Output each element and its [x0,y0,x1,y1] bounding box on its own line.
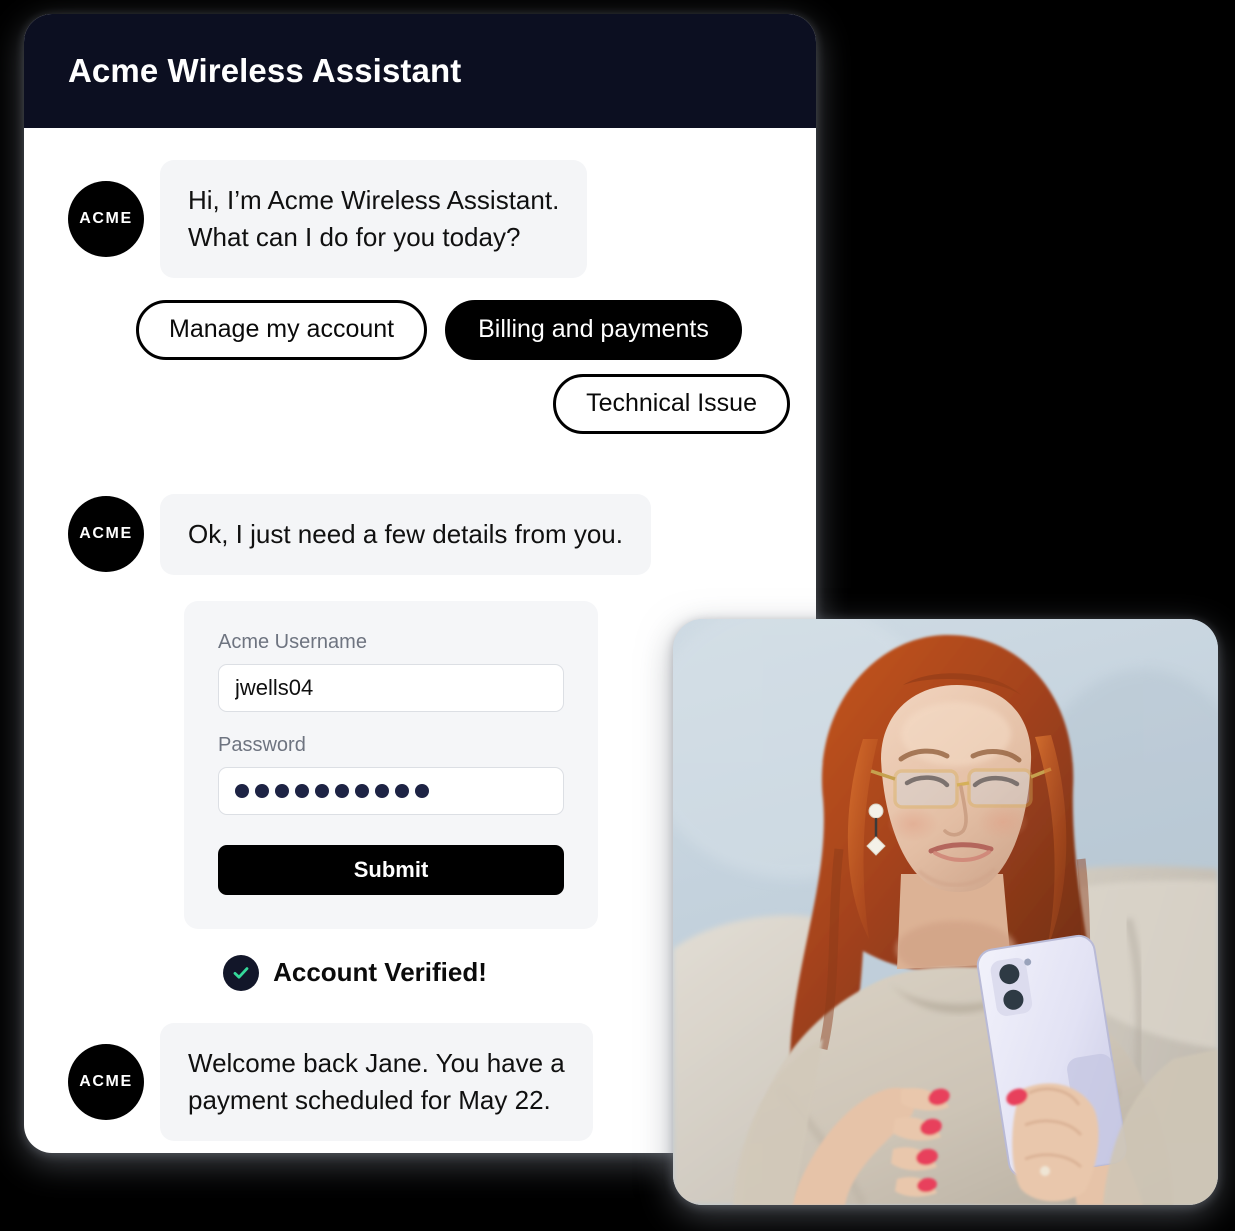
avatar: ACME [68,180,144,257]
field-spacer [218,712,564,734]
customer-photo-card [673,619,1218,1205]
password-label: Password [218,733,306,756]
avatar: ACME [68,496,144,573]
message-bubble-details-request: Ok, I just need a few details from you. [160,493,651,575]
quick-reply-billing-and-payments[interactable]: Billing and payments [445,299,742,360]
username-label: Acme Username [218,630,367,653]
verified-label: Account Verified! [273,957,487,988]
message-bubble-welcome-back: Welcome back Jane. You have a payment sc… [160,1022,593,1141]
submit-button[interactable]: Submit [218,844,564,895]
quick-reply-row-secondary: Technical Issue [24,373,816,434]
message-line: payment scheduled for May 22. [188,1084,551,1115]
password-dot [415,783,429,798]
message-line: What can I do for you today? [188,221,521,252]
message-line: Ok, I just need a few details from you. [188,518,623,549]
chat-header: Acme Wireless Assistant [24,14,816,128]
quick-reply-manage-my-account[interactable]: Manage my account [136,299,428,360]
page-title: Acme Wireless Assistant [68,52,462,89]
message-line: Welcome back Jane. You have a [188,1047,565,1078]
customer-photo [673,619,1218,1205]
password-dot [235,783,249,798]
quick-reply-row-primary: Manage my account Billing and payments [24,299,816,360]
password-dot [335,783,349,798]
password-dot [395,783,409,798]
message-line: Hi, I’m Acme Wireless Assistant. [188,185,560,215]
username-input[interactable] [218,663,564,712]
message-row-details-request: ACME Ok, I just need a few details from … [24,493,816,575]
password-dot [275,783,289,798]
password-dot [355,783,369,798]
password-dot [375,783,389,798]
message-bubble-greeting: Hi, I’m Acme Wireless Assistant. What ca… [160,160,588,278]
password-dot [295,783,309,798]
quick-reply-technical-issue[interactable]: Technical Issue [553,373,790,434]
message-row-greeting: ACME Hi, I’m Acme Wireless Assistant. Wh… [24,160,816,278]
password-input[interactable] [218,766,564,815]
password-dot [315,783,329,798]
avatar: ACME [68,1043,144,1120]
password-dot [255,783,269,798]
check-circle-icon [223,954,260,991]
login-form: Acme Username Password Submit [184,600,598,929]
